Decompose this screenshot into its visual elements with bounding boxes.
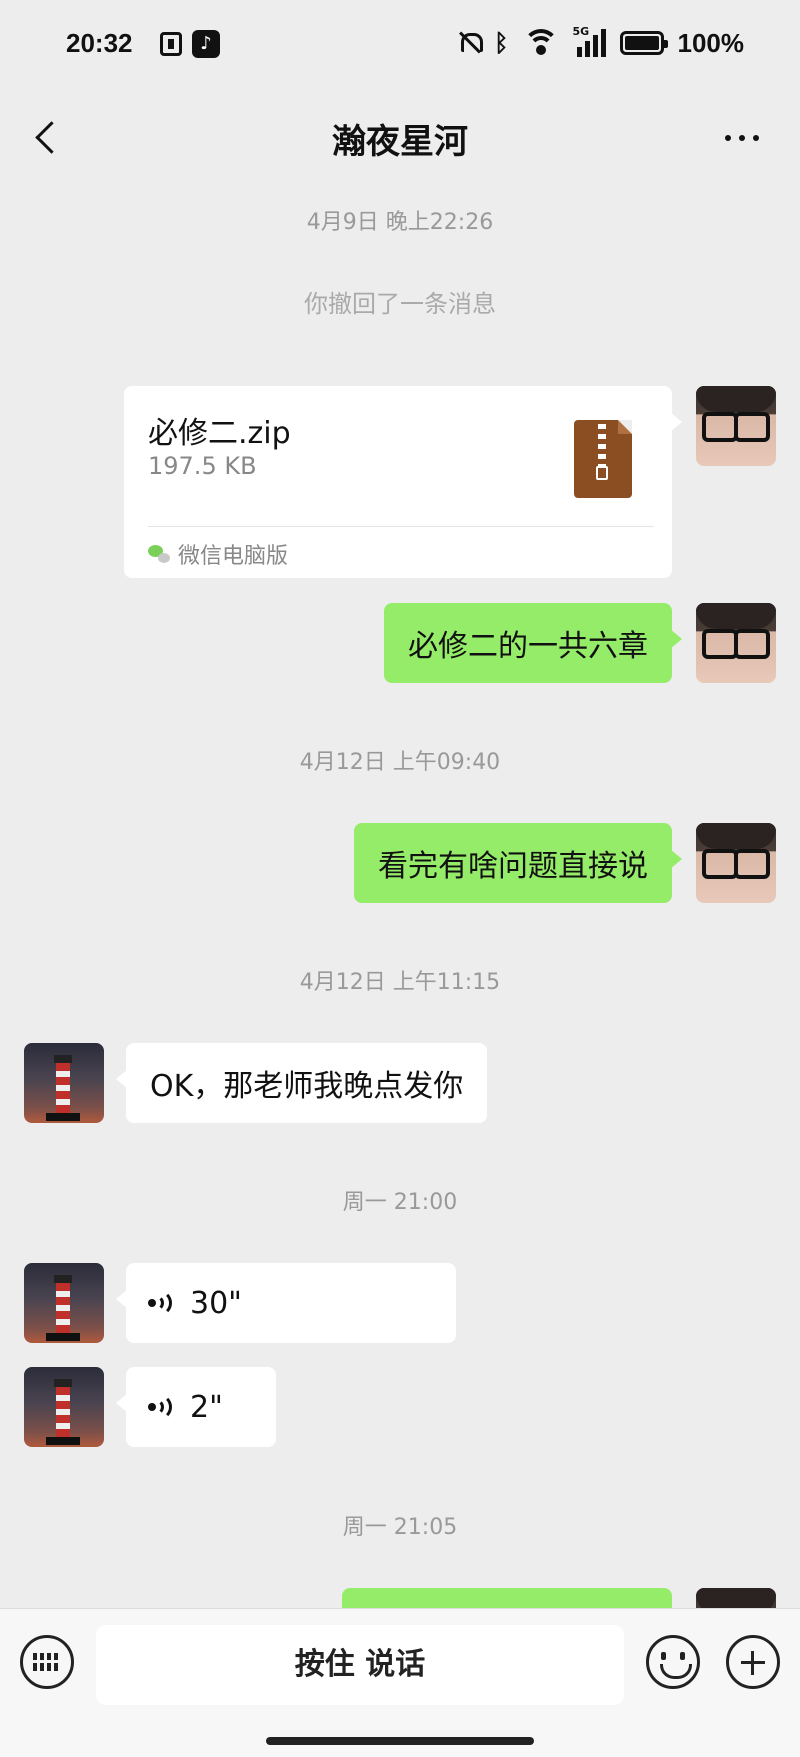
contact-text-message[interactable]: OK，那老师我晚点发你 <box>115 1043 488 1123</box>
voice-wave-icon <box>148 1393 176 1421</box>
plus-icon[interactable] <box>726 1635 780 1689</box>
contact-avatar[interactable] <box>24 1263 104 1343</box>
tiktok-icon: ♪ <box>192 30 220 58</box>
timestamp: 4月12日 上午11:15 <box>299 970 501 995</box>
file-source: 微信电脑版 <box>148 538 288 570</box>
timestamp: 4月9日 晚上22:26 <box>306 210 494 235</box>
file-message[interactable]: 必修二.zip 197.5 KB 微信电脑版 <box>124 386 682 578</box>
voice-message[interactable]: 30" <box>116 1263 456 1343</box>
network-type: 5G <box>572 25 590 38</box>
my-avatar[interactable] <box>696 386 776 466</box>
keyboard-icon[interactable] <box>20 1635 74 1689</box>
divider <box>148 526 654 527</box>
emoji-icon[interactable] <box>646 1635 700 1689</box>
voice-message[interactable]: 2" <box>116 1367 276 1447</box>
my-avatar[interactable] <box>696 823 776 903</box>
status-time: 20:32 <box>66 28 133 58</box>
chat-title: 瀚夜星河 <box>332 122 468 162</box>
voice-duration: 30" <box>190 1285 242 1321</box>
input-bar: 按住 说话 <box>0 1608 800 1757</box>
recall-notice: 你撤回了一条消息 <box>304 290 496 318</box>
voice-duration: 2" <box>190 1389 223 1425</box>
signal-icon: 5G <box>573 25 606 57</box>
phone-app-icon <box>160 32 182 56</box>
my-text-message[interactable] <box>342 1588 672 1608</box>
wifi-icon <box>522 29 559 57</box>
file-size: 197.5 KB <box>148 452 257 480</box>
my-avatar[interactable] <box>696 603 776 683</box>
battery-icon <box>619 31 668 55</box>
home-indicator[interactable] <box>266 1737 534 1745</box>
message-text: 必修二的一共六章 <box>408 629 648 664</box>
message-text: 看完有啥问题直接说 <box>378 849 648 884</box>
chat-header: 瀚夜星河 <box>0 90 800 186</box>
my-text-message[interactable]: 看完有啥问题直接说 <box>354 823 682 903</box>
contact-avatar[interactable] <box>24 1043 104 1123</box>
mute-bell-icon <box>458 31 484 55</box>
timestamp: 周一 21:00 <box>342 1190 458 1215</box>
status-bar: 20:32 ♪ ᛒ 5G 100% <box>0 0 800 90</box>
timestamp: 周一 21:05 <box>342 1515 458 1540</box>
message-text: OK，那老师我晚点发你 <box>150 1069 464 1104</box>
my-text-message[interactable]: 必修二的一共六章 <box>384 603 682 683</box>
contact-avatar[interactable] <box>24 1367 104 1447</box>
file-source-label: 微信电脑版 <box>178 544 289 569</box>
zip-file-icon <box>574 420 632 498</box>
battery-percent: 100% <box>677 27 745 58</box>
file-name: 必修二.zip <box>148 416 291 451</box>
wechat-icon <box>148 545 170 563</box>
hold-to-talk-button[interactable]: 按住 说话 <box>96 1625 624 1705</box>
timestamp: 4月12日 上午09:40 <box>299 750 501 775</box>
my-avatar[interactable] <box>696 1588 776 1608</box>
message-list[interactable]: 4月9日 晚上22:26 你撤回了一条消息 必修二.zip 197.5 KB 微… <box>0 186 800 1608</box>
bluetooth-icon: ᛒ <box>494 29 509 57</box>
voice-wave-icon <box>148 1289 176 1317</box>
status-icons: ᛒ 5G 100% <box>458 25 745 60</box>
more-dots-icon[interactable] <box>718 120 766 156</box>
